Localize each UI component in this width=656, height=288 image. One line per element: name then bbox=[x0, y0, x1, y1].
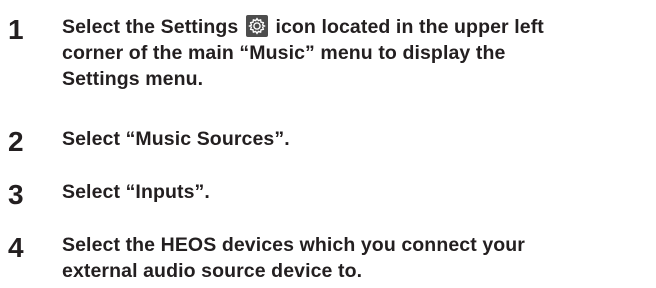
step-text: Select “Inputs”. bbox=[62, 181, 210, 203]
step-text-line: Select the HEOS devices which you connec… bbox=[62, 234, 525, 256]
step-text: Select “Music Sources”. bbox=[62, 128, 290, 150]
step-text-fragment: icon located in the upper left bbox=[275, 16, 544, 38]
step-text-line: external audio source device to. bbox=[62, 260, 363, 282]
step-text-line: Settings menu. bbox=[62, 68, 204, 90]
gear-icon bbox=[245, 15, 268, 37]
step-text: Select the HEOS devices which you connec… bbox=[62, 232, 652, 284]
step-number: 1 bbox=[8, 14, 24, 45]
step-number: 4 bbox=[8, 232, 24, 263]
step-text-fragment: Select the Settings bbox=[62, 16, 239, 38]
step-text: Select the Settings icon located in the … bbox=[62, 14, 652, 92]
step-text-line: Select the Settings icon located in the … bbox=[62, 14, 652, 40]
step-number: 3 bbox=[8, 179, 24, 210]
instruction-steps: 1 Select the Settings icon located in th… bbox=[0, 0, 656, 288]
step-number: 2 bbox=[8, 126, 24, 157]
step-text-line: corner of the main “Music” menu to displ… bbox=[62, 42, 506, 64]
